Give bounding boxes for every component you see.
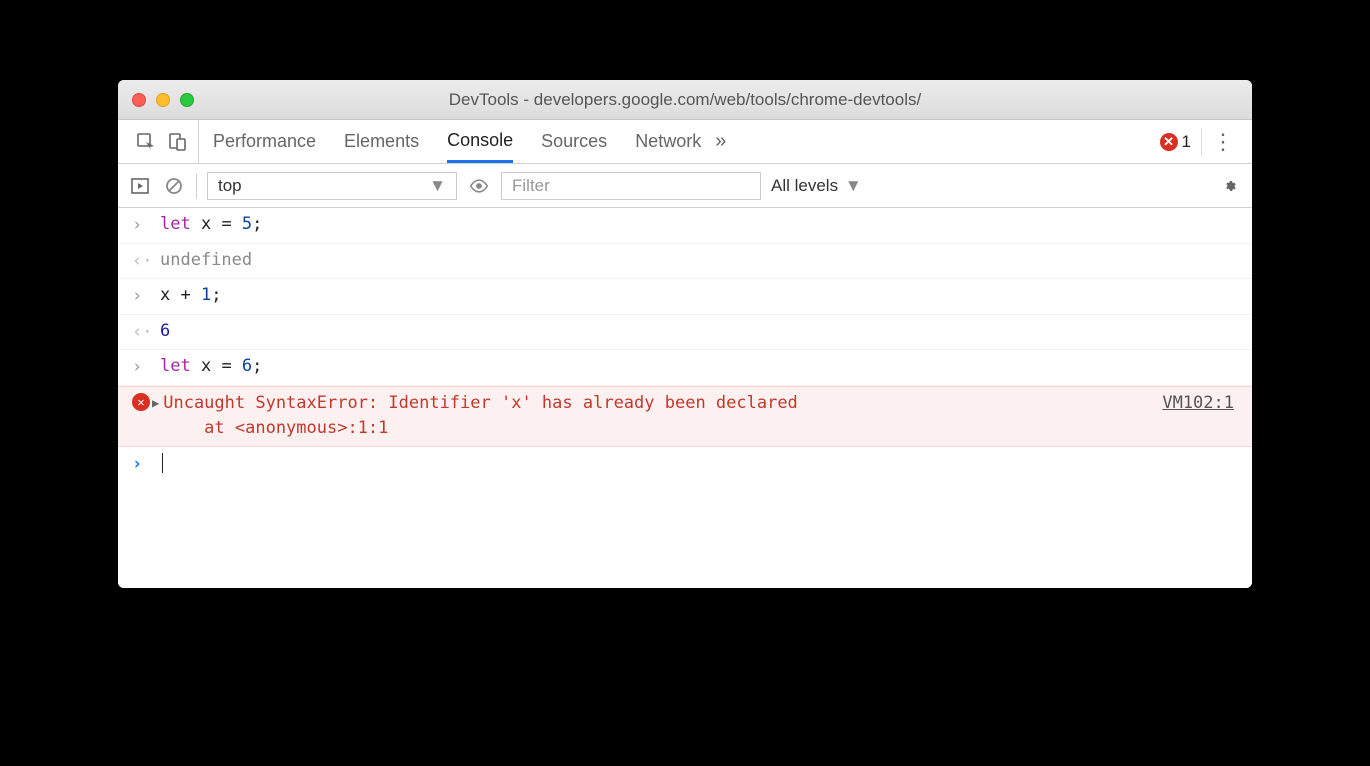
error-icon: ✕ <box>132 393 150 411</box>
console-line-content[interactable]: x + 1; <box>160 283 1238 309</box>
input-chevron-icon: › <box>132 212 160 239</box>
tabs-right: ✕ 1 ⋮ <box>1160 128 1244 156</box>
filter-input[interactable] <box>501 172 761 200</box>
console-error-row: ✕▶Uncaught SyntaxError: Identifier 'x' h… <box>118 386 1252 447</box>
tab-network[interactable]: Network <box>635 120 701 163</box>
console-prompt[interactable]: › <box>118 447 1252 480</box>
prompt-chevron-icon: › <box>132 453 160 474</box>
console-input-row: ›let x = 5; <box>118 208 1252 244</box>
clear-console-icon[interactable] <box>162 174 186 198</box>
log-levels-select[interactable]: All levels ▼ <box>771 176 862 196</box>
console-body: ›let x = 5;‹·undefined›x + 1;‹·6›let x =… <box>118 208 1252 588</box>
console-line-content[interactable]: 6 <box>160 319 1238 345</box>
console-line-content[interactable]: let x = 6; <box>160 354 1238 380</box>
execution-context-label: top <box>218 176 242 196</box>
close-button[interactable] <box>132 93 146 107</box>
console-settings-icon[interactable] <box>1218 174 1242 198</box>
maximize-button[interactable] <box>180 93 194 107</box>
console-output-row: ‹·undefined <box>118 244 1252 280</box>
tabs: Performance Elements Console Sources Network <box>213 120 701 163</box>
error-message[interactable]: Uncaught SyntaxError: Identifier 'x' has… <box>163 391 1162 442</box>
titlebar: DevTools - developers.google.com/web/too… <box>118 80 1252 120</box>
error-source-link[interactable]: VM102:1 <box>1162 391 1238 417</box>
log-levels-label: All levels <box>771 176 838 195</box>
input-chevron-icon: › <box>132 354 160 381</box>
prompt-cursor <box>160 453 163 474</box>
dropdown-arrow-icon: ▼ <box>845 176 862 195</box>
console-input-row: ›let x = 6; <box>118 350 1252 386</box>
console-toolbar: top ▼ All levels ▼ <box>118 164 1252 208</box>
execution-context-select[interactable]: top ▼ <box>207 172 457 200</box>
traffic-lights <box>132 93 194 107</box>
tab-sources[interactable]: Sources <box>541 120 607 163</box>
devtools-window: DevTools - developers.google.com/web/too… <box>118 80 1252 588</box>
tab-console[interactable]: Console <box>447 120 513 163</box>
output-chevron-icon: ‹· <box>132 248 160 275</box>
error-count: 1 <box>1182 132 1191 152</box>
sidebar-toggle-icon[interactable] <box>128 174 152 198</box>
live-expression-icon[interactable] <box>467 174 491 198</box>
console-line-content[interactable]: undefined <box>160 248 1238 274</box>
error-expand-toggle[interactable]: ▶ <box>152 394 159 412</box>
tabs-bar: Performance Elements Console Sources Network… <box>118 120 1252 164</box>
window-title: DevTools - developers.google.com/web/too… <box>118 90 1252 110</box>
console-input-row: ›x + 1; <box>118 279 1252 315</box>
console-line-content[interactable]: let x = 5; <box>160 212 1238 238</box>
tab-performance[interactable]: Performance <box>213 120 316 163</box>
divider <box>196 173 197 199</box>
error-count-badge[interactable]: ✕ 1 <box>1160 132 1191 152</box>
device-toggle-icon[interactable] <box>166 130 190 154</box>
element-picker-icon[interactable] <box>134 130 158 154</box>
more-options-button[interactable]: ⋮ <box>1201 128 1244 156</box>
error-icon: ✕ <box>1160 133 1178 151</box>
tabs-overflow-button[interactable]: » <box>715 130 726 153</box>
dropdown-arrow-icon: ▼ <box>429 176 446 196</box>
minimize-button[interactable] <box>156 93 170 107</box>
tab-elements[interactable]: Elements <box>344 120 419 163</box>
console-output-row: ‹·6 <box>118 315 1252 351</box>
inspect-tools <box>126 120 199 163</box>
output-chevron-icon: ‹· <box>132 319 160 346</box>
input-chevron-icon: › <box>132 283 160 310</box>
